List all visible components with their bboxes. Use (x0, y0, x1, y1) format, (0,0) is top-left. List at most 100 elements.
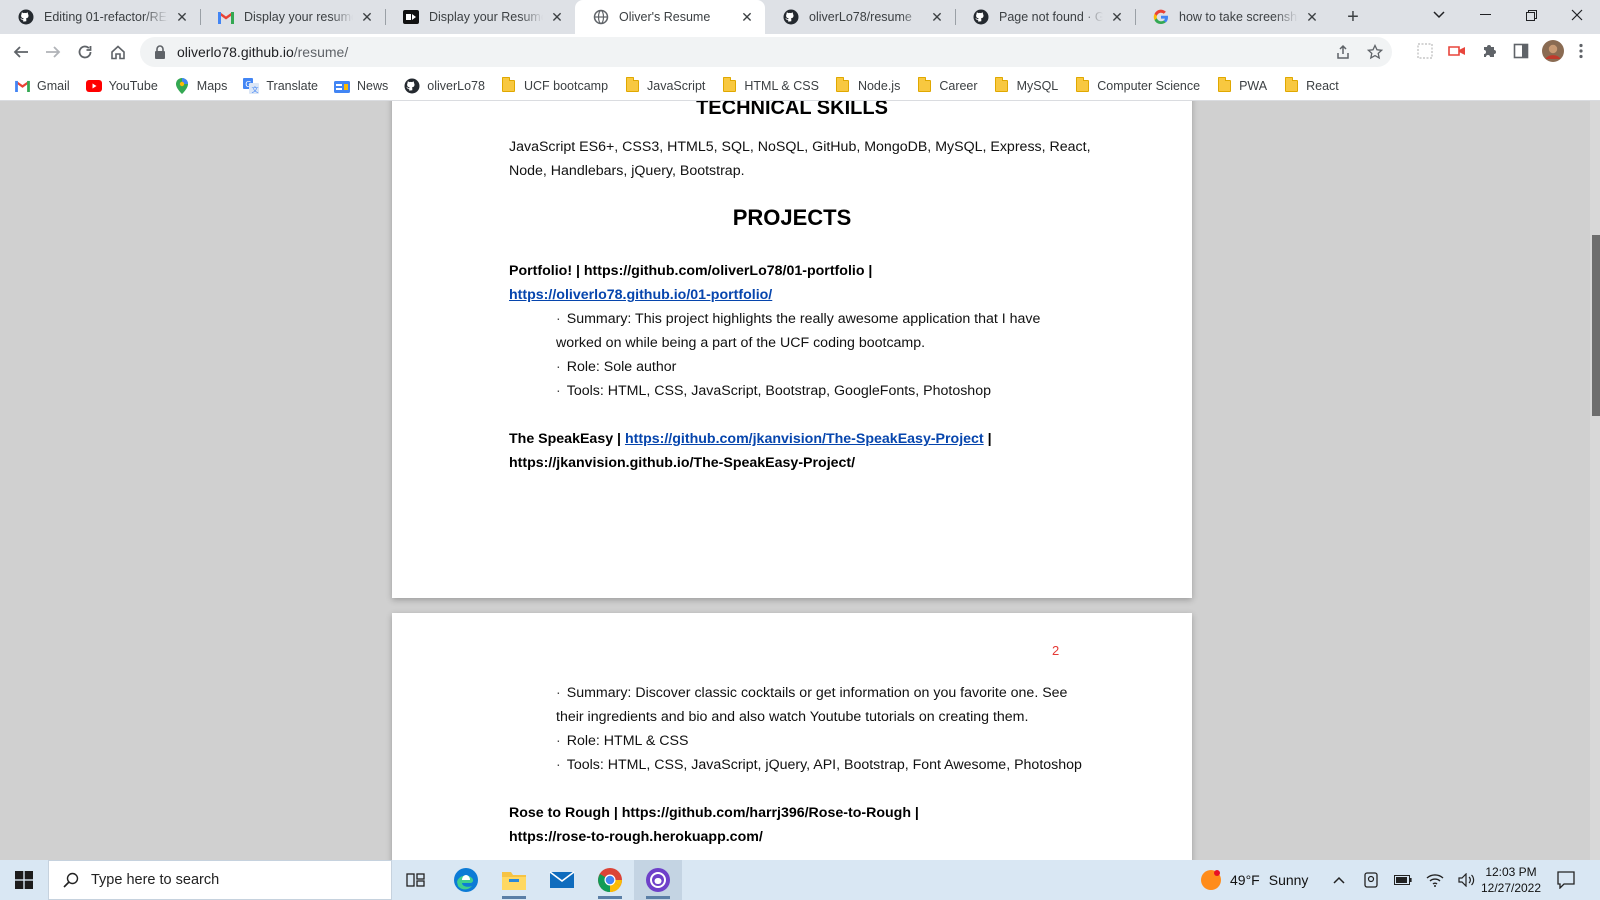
arrow-left-icon (13, 46, 28, 58)
close-icon[interactable]: ✕ (739, 9, 755, 25)
profile-button[interactable] (1538, 37, 1568, 67)
wifi-icon (1426, 874, 1444, 887)
tab-google-search[interactable]: how to take screenshot ✕ (1135, 0, 1330, 34)
taskbar-search-box[interactable]: Type here to search (48, 860, 392, 900)
minimize-icon (1479, 14, 1491, 15)
restore-button[interactable] (1508, 0, 1554, 30)
speakeasy-repo-link[interactable]: https://github.com/jkanvision/The-SpeakE… (625, 431, 984, 447)
close-icon[interactable]: ✕ (1304, 9, 1320, 25)
network-button[interactable] (1426, 872, 1444, 888)
bookmark-label: Gmail (37, 78, 70, 93)
new-tab-button[interactable]: + (1340, 5, 1366, 29)
close-icon[interactable]: ✕ (549, 9, 565, 25)
weather-widget[interactable]: 49°F Sunny (1200, 860, 1308, 900)
resume-page-2: 2 · Summary: Discover classic cocktails o… (392, 613, 1192, 860)
vertical-scrollbar[interactable] (1590, 101, 1600, 860)
bookmark-youtube[interactable]: YouTube (85, 78, 158, 94)
scrollbar-thumb[interactable] (1592, 235, 1600, 416)
task-view-button[interactable] (392, 860, 440, 900)
mail-icon (549, 871, 575, 888)
folder-icon (501, 76, 517, 94)
tab-gmail[interactable]: Display your resume in GitHub Pages ✕ (200, 0, 385, 34)
start-button[interactable] (0, 860, 48, 900)
bullet-summary: · Summary: This project highlights the re… (556, 307, 1040, 331)
bookmark-folder-ucf-bootcamp[interactable]: UCF bootcamp (501, 76, 608, 94)
back-button[interactable] (6, 37, 36, 67)
bookmarks-bar: Gmail YouTube Maps G文 Translate News oli… (0, 71, 1600, 101)
bookmark-oliverlo78[interactable]: oliverLo78 (404, 78, 485, 94)
tab-editing-readme[interactable]: Editing 01-refactor/README.md ✕ (0, 0, 200, 34)
sun-icon (1201, 870, 1221, 890)
close-icon[interactable]: ✕ (174, 9, 190, 25)
project-name: The SpeakEasy | (509, 431, 625, 447)
star-icon[interactable] (1367, 44, 1383, 60)
bookmark-folder-html-css[interactable]: HTML & CSS (721, 76, 819, 94)
bookmark-translate[interactable]: G文 Translate (243, 77, 318, 94)
summary-continuation: their ingredients and bio and also watch… (556, 709, 1029, 725)
bookmark-folder-nodejs[interactable]: Node.js (835, 76, 901, 94)
extension-button[interactable] (1442, 37, 1472, 67)
tab-github-repo[interactable]: oliverLo78/resume ✕ (765, 0, 955, 34)
folder-icon (624, 76, 640, 94)
taskbar-file-explorer[interactable] (490, 860, 538, 900)
tab-display-resume[interactable]: Display your Resume/CV ✕ (385, 0, 575, 34)
tab-title: Oliver's Resume (619, 10, 711, 24)
close-icon[interactable]: ✕ (359, 9, 375, 25)
volume-button[interactable] (1458, 872, 1476, 888)
bookmark-gmail[interactable]: Gmail (14, 78, 70, 94)
battery-button[interactable] (1394, 872, 1412, 888)
taskbar-edge[interactable] (442, 860, 490, 900)
tab-olivers-resume[interactable]: Oliver's Resume ✕ (575, 0, 765, 34)
taskbar-clock[interactable]: 12:03 PM 12/27/2022 (1476, 864, 1546, 896)
bookmark-news[interactable]: News (334, 78, 388, 94)
lock-icon (154, 45, 168, 59)
clock-date: 12/27/2022 (1480, 881, 1542, 895)
role-text: Role: Sole author (566, 359, 677, 375)
maps-icon (174, 77, 190, 94)
close-window-button[interactable] (1554, 0, 1600, 30)
notifications-button[interactable] (1556, 870, 1576, 890)
bookmark-label: Node.js (857, 78, 901, 93)
side-panel-button[interactable] (1506, 37, 1536, 67)
gmail-icon (218, 9, 234, 25)
video-recorder-icon (1448, 44, 1466, 61)
taskbar-chrome[interactable] (586, 860, 634, 900)
document-viewer[interactable]: TECHNICAL SKILLS JavaScript ES6+, CSS3, … (0, 101, 1600, 860)
bookmark-maps[interactable]: Maps (174, 77, 227, 94)
bookmark-folder-pwa[interactable]: PWA (1216, 76, 1267, 94)
bookmark-folder-career[interactable]: Career (916, 76, 978, 94)
bookmark-label: MySQL (1016, 78, 1059, 93)
bookmark-label: Career (939, 78, 978, 93)
github-icon (404, 78, 420, 94)
bookmark-folder-computer-science[interactable]: Computer Science (1074, 76, 1201, 94)
bookmark-folder-react[interactable]: React (1283, 76, 1339, 94)
bookmark-label: Computer Science (1097, 78, 1201, 93)
gmail-icon (14, 78, 30, 94)
browser-menu-button[interactable] (1566, 37, 1596, 67)
tab-search-button[interactable] (1416, 0, 1462, 30)
reload-button[interactable] (70, 37, 100, 67)
meet-now-button[interactable] (1362, 872, 1380, 888)
forward-button[interactable] (38, 37, 68, 67)
extension-button[interactable] (1410, 37, 1440, 67)
tab-page-not-found[interactable]: Page not found · GitHub Pages ✕ (955, 0, 1135, 34)
close-icon[interactable]: ✕ (929, 9, 945, 25)
portfolio-live-link[interactable]: https://oliverlo78.github.io/01-portfoli… (509, 287, 772, 303)
home-button[interactable] (103, 37, 133, 67)
arrow-right-icon (46, 46, 61, 58)
bullet-dot: · (556, 685, 561, 701)
taskbar-github-desktop[interactable] (634, 860, 682, 900)
bookmark-folder-mysql[interactable]: MySQL (994, 76, 1059, 94)
minimize-button[interactable] (1462, 0, 1508, 30)
bookmark-label: YouTube (108, 78, 158, 93)
extensions-button[interactable] (1474, 37, 1504, 67)
address-bar[interactable]: oliverlo78.github.io/resume/ (140, 37, 1392, 67)
skills-text: JavaScript ES6+, CSS3, HTML5, SQL, NoSQL… (509, 139, 1091, 155)
share-icon[interactable] (1335, 44, 1351, 60)
bookmark-folder-javascript[interactable]: JavaScript (624, 76, 705, 94)
close-icon[interactable]: ✕ (1109, 9, 1125, 25)
show-hidden-icons-button[interactable] (1330, 872, 1348, 888)
github-icon (783, 9, 799, 25)
tab-strip: Editing 01-refactor/README.md ✕ Display … (0, 0, 1600, 34)
taskbar-mail[interactable] (538, 860, 586, 900)
